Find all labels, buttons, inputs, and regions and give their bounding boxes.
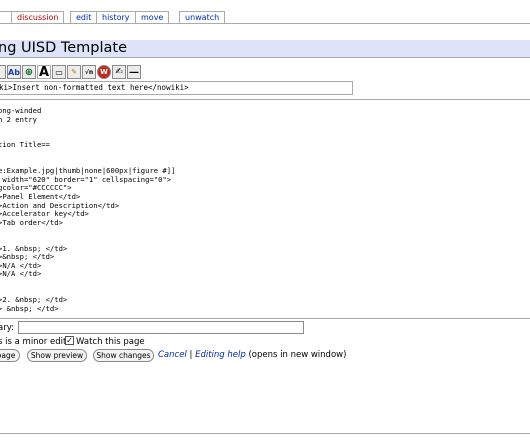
- edit-links: Cancel | Editing help (opens in new wind…: [158, 350, 346, 361]
- title-bar: ng UISD Template: [0, 40, 530, 58]
- toolbar-tip-field[interactable]: ki>Insert non-formatted text here</nowik…: [0, 81, 353, 95]
- edit-textarea[interactable]: ong-winded n 2 entry tion Title== e:Example…: [0, 99, 530, 319]
- link-icon[interactable]: Ab: [7, 65, 21, 79]
- edit-toolbar: B Ab ⊕ A ▭ ✎ √n W ✍ —: [0, 64, 141, 80]
- show-changes-button[interactable]: Show changes: [93, 349, 154, 362]
- help-suffix: (opens in new window): [248, 350, 347, 360]
- edit-line: > &nbsp; </td>: [0, 303, 59, 313]
- summary-input[interactable]: [18, 321, 304, 334]
- edit-line: >Tab order</td>: [0, 217, 63, 227]
- bold-icon[interactable]: B: [0, 65, 6, 79]
- math-icon[interactable]: √n: [82, 65, 96, 79]
- tab-divider: [0, 23, 530, 24]
- watch-checkbox[interactable]: ✓: [65, 336, 74, 345]
- image-icon[interactable]: ▭: [52, 65, 66, 79]
- hr-icon[interactable]: —: [127, 65, 141, 79]
- summary-label: ary:: [0, 323, 14, 333]
- edit-line: n 2 entry: [0, 114, 37, 124]
- show-preview-button[interactable]: Show preview: [27, 349, 87, 362]
- save-button[interactable]: page: [0, 349, 20, 362]
- cancel-link[interactable]: Cancel: [158, 350, 187, 360]
- minor-edit-label: s is a minor edit: [0, 337, 67, 347]
- headline-icon[interactable]: A: [37, 65, 51, 79]
- media-icon[interactable]: ✎: [67, 65, 81, 79]
- footer-divider: [0, 433, 530, 434]
- signature-icon[interactable]: ✍: [112, 65, 126, 79]
- page-title: ng UISD Template: [0, 40, 128, 56]
- edit-line: >N/A </td>: [0, 269, 42, 279]
- nowiki-icon[interactable]: W: [97, 65, 111, 79]
- editing-help-link[interactable]: Editing help: [195, 350, 246, 360]
- watch-label: Watch this page: [76, 337, 145, 347]
- edit-line: tion Title==: [0, 140, 50, 150]
- external-link-icon[interactable]: ⊕: [22, 65, 36, 79]
